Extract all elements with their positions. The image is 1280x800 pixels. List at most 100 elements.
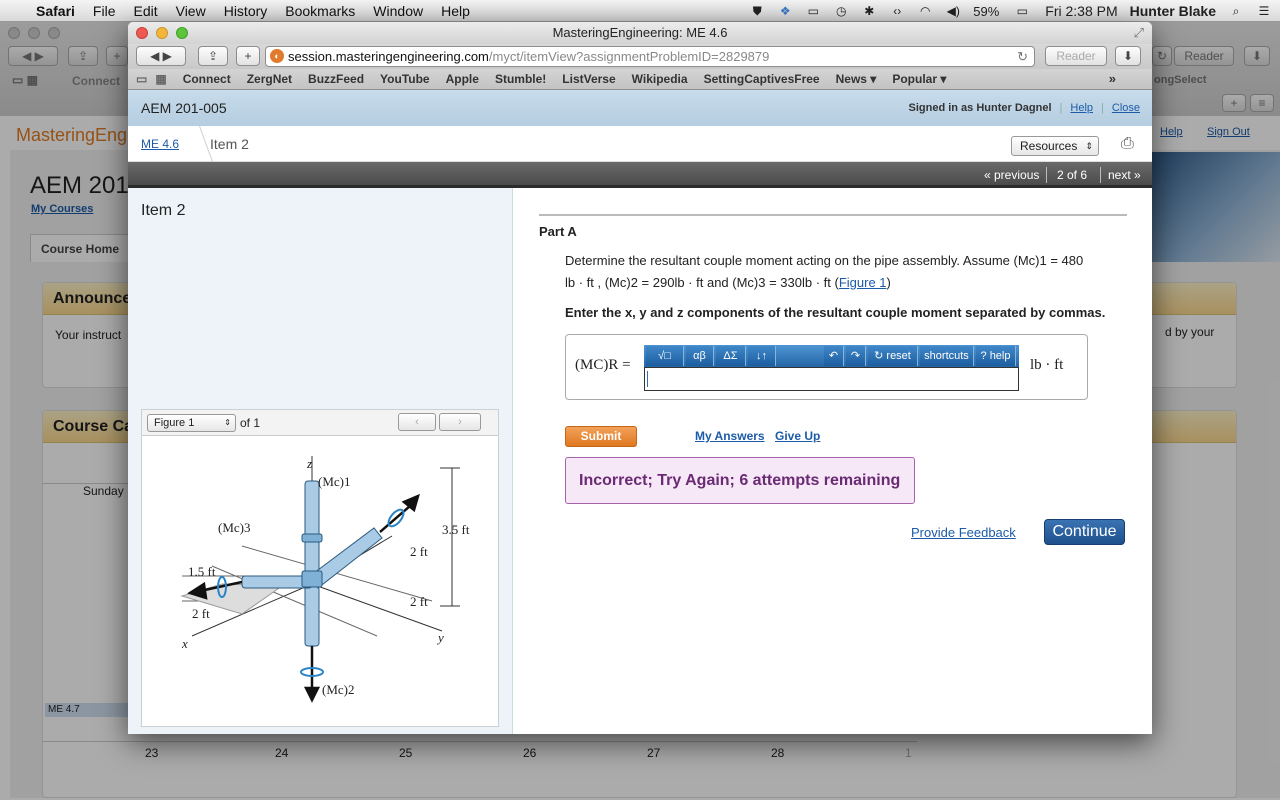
battery-icon[interactable]: ▭ xyxy=(1011,4,1033,18)
redo-icon[interactable]: ↷ xyxy=(846,346,866,366)
share-button[interactable]: ⇪ xyxy=(198,46,228,66)
menu-bookmarks[interactable]: Bookmarks xyxy=(276,3,364,19)
math-help-label: help xyxy=(989,350,1011,362)
more-bookmarks-chevron-icon[interactable]: » xyxy=(1109,71,1116,86)
prompt-line-1: Determine the resultant couple moment ac… xyxy=(565,253,1084,268)
print-icon[interactable]: ⎙ xyxy=(1121,135,1134,153)
next-item-link[interactable]: next » xyxy=(1108,168,1141,182)
fig-label-mc2: (Mc)2 xyxy=(322,682,355,697)
menu-window[interactable]: Window xyxy=(364,3,432,19)
figure-next-button[interactable]: › xyxy=(439,413,481,431)
my-answers-link[interactable]: My Answers xyxy=(695,429,765,443)
bluetooth-icon[interactable]: ✱ xyxy=(861,4,877,18)
bookmark-buzzfeed[interactable]: BuzzFeed xyxy=(300,72,372,86)
prompt-line-2: lb · ft , (Mc)2 = 290lb · ft and (Mc)3 =… xyxy=(565,272,1125,294)
answer-label: (MC)R = xyxy=(575,357,631,373)
clock[interactable]: Fri 2:38 PM xyxy=(1045,3,1117,19)
figure-select[interactable]: Figure 1 ⇕ xyxy=(147,414,236,432)
resources-dropdown[interactable]: Resources ⇕ xyxy=(1011,136,1099,156)
arrows-button[interactable]: ↓↑ xyxy=(748,346,776,366)
menu-file[interactable]: File xyxy=(84,3,125,19)
math-help-button[interactable]: ? help xyxy=(976,346,1016,366)
undo-icon[interactable]: ↶ xyxy=(824,346,844,366)
shield-icon[interactable]: ⛊ xyxy=(749,4,765,18)
close-window-icon[interactable] xyxy=(136,27,148,39)
user-name[interactable]: Hunter Blake xyxy=(1130,3,1216,19)
menu-view[interactable]: View xyxy=(167,3,215,19)
bookmark-listverse[interactable]: ListVerse xyxy=(554,72,623,86)
question-instruction: Enter the x, y and z components of the r… xyxy=(565,305,1106,320)
wifi-icon[interactable]: ◠ xyxy=(917,4,933,18)
fig-label-z: z xyxy=(306,456,312,471)
text-cursor xyxy=(647,371,648,387)
bookmark-zergnet[interactable]: ZergNet xyxy=(239,72,300,86)
previous-item-link[interactable]: « previous xyxy=(984,168,1039,182)
notification-center-icon[interactable]: ☰ xyxy=(1256,4,1272,18)
bookmark-settingcaptivesfree[interactable]: SettingCaptivesFree xyxy=(696,72,828,86)
provide-feedback-link[interactable]: Provide Feedback xyxy=(911,525,1016,540)
symbols-button[interactable]: ΔΣ xyxy=(716,346,746,366)
answer-unit: lb · ft xyxy=(1030,357,1064,373)
url-path: /myct/itemView?assignmentProblemID=28298… xyxy=(488,49,770,64)
site-favicon-icon: ◐ xyxy=(270,49,284,63)
close-link[interactable]: Close xyxy=(1112,90,1140,126)
fig-label-2ft-left: 2 ft xyxy=(192,606,210,621)
reset-label: reset xyxy=(886,350,911,362)
bookmark-news-folder[interactable]: News ▾ xyxy=(828,72,885,86)
continue-button[interactable]: Continue xyxy=(1044,519,1125,545)
system-menubar: Safari File Edit View History Bookmarks … xyxy=(0,0,1280,22)
part-title: Part A xyxy=(539,224,577,239)
minimize-window-icon[interactable] xyxy=(156,27,168,39)
breadcrumb-assignment-link[interactable]: ME 4.6 xyxy=(141,137,179,151)
status-menus: ⛊ ❖ ▭ ◷ ✱ ‹› ◠ ◀) 59% ▭ Fri 2:38 PM Hunt… xyxy=(749,0,1272,22)
bookmark-youtube[interactable]: YouTube xyxy=(372,72,438,86)
reload-icon[interactable]: ↻ xyxy=(1017,47,1028,66)
code-icon[interactable]: ‹› xyxy=(889,4,905,18)
help-link[interactable]: Help xyxy=(1070,90,1093,126)
zoom-window-icon[interactable] xyxy=(176,27,188,39)
reset-button[interactable]: ↻ reset xyxy=(868,346,918,366)
airplay-icon[interactable]: ▭ xyxy=(805,4,821,18)
battery-percent[interactable]: 59% xyxy=(973,4,999,19)
menu-app-name[interactable]: Safari xyxy=(27,3,84,19)
volume-icon[interactable]: ◀) xyxy=(945,4,961,18)
address-bar[interactable]: ◐ session.masteringengineering.com/myct/… xyxy=(265,46,1035,67)
window-title: MasteringEngineering: ME 4.6 xyxy=(552,25,728,40)
figure-panel: Figure 1 ⇕ of 1 ‹ › z x y (Mc)1 (Mc)2 (M… xyxy=(141,409,499,727)
reader-button[interactable]: Reader xyxy=(1045,46,1107,66)
back-forward-button[interactable]: ◀ ▶ xyxy=(136,46,186,66)
figure-1-link[interactable]: Figure 1 xyxy=(839,275,887,290)
top-sites-grid-icon[interactable]: ▦ xyxy=(155,72,174,86)
fig-label-3-5ft: 3.5 ft xyxy=(442,522,470,537)
menu-edit[interactable]: Edit xyxy=(124,3,166,19)
templates-button[interactable]: √□ xyxy=(646,346,684,366)
menu-help[interactable]: Help xyxy=(432,3,479,19)
fullscreen-icon[interactable]: ⤢ xyxy=(1134,22,1144,44)
greek-letters-button[interactable]: αβ xyxy=(686,346,714,366)
bookmark-wikipedia[interactable]: Wikipedia xyxy=(624,72,696,86)
feedback-message: Incorrect; Try Again; 6 attempts remaini… xyxy=(565,457,915,504)
bookmark-stumble[interactable]: Stumble! xyxy=(487,72,554,86)
shortcuts-button[interactable]: shortcuts xyxy=(920,346,974,366)
new-tab-button[interactable]: + xyxy=(236,46,260,66)
spotlight-search-icon[interactable]: ⌕ xyxy=(1228,4,1244,18)
breadcrumb-bar: ME 4.6 Item 2 Resources ⇕ ⎙ xyxy=(128,126,1152,162)
bookmarks-book-icon[interactable]: ▭ xyxy=(128,72,155,86)
window-titlebar: MasteringEngineering: ME 4.6 ⤢ xyxy=(128,22,1152,44)
time-machine-icon[interactable]: ◷ xyxy=(833,4,849,18)
give-up-link[interactable]: Give Up xyxy=(775,429,820,443)
bookmark-connect[interactable]: Connect xyxy=(175,72,239,86)
downloads-icon[interactable]: ⬇ xyxy=(1115,46,1141,66)
figure-prev-button[interactable]: ‹ xyxy=(398,413,436,431)
bookmark-apple[interactable]: Apple xyxy=(438,72,487,86)
submit-button[interactable]: Submit xyxy=(565,426,637,447)
menu-history[interactable]: History xyxy=(215,3,277,19)
bookmark-popular-folder[interactable]: Popular ▾ xyxy=(884,72,954,86)
part-divider xyxy=(539,214,1127,216)
answer-input[interactable] xyxy=(644,367,1019,391)
vertical-pipe-upper xyxy=(304,480,320,582)
answer-box: (MC)R = √□ αβ ΔΣ ↓↑ ↶ ↷ ↻ reset shortcut… xyxy=(565,334,1088,400)
dropbox-icon[interactable]: ❖ xyxy=(777,4,793,18)
item-title: Item 2 xyxy=(141,202,186,219)
fig-label-2ft-upper: 2 ft xyxy=(410,544,428,559)
